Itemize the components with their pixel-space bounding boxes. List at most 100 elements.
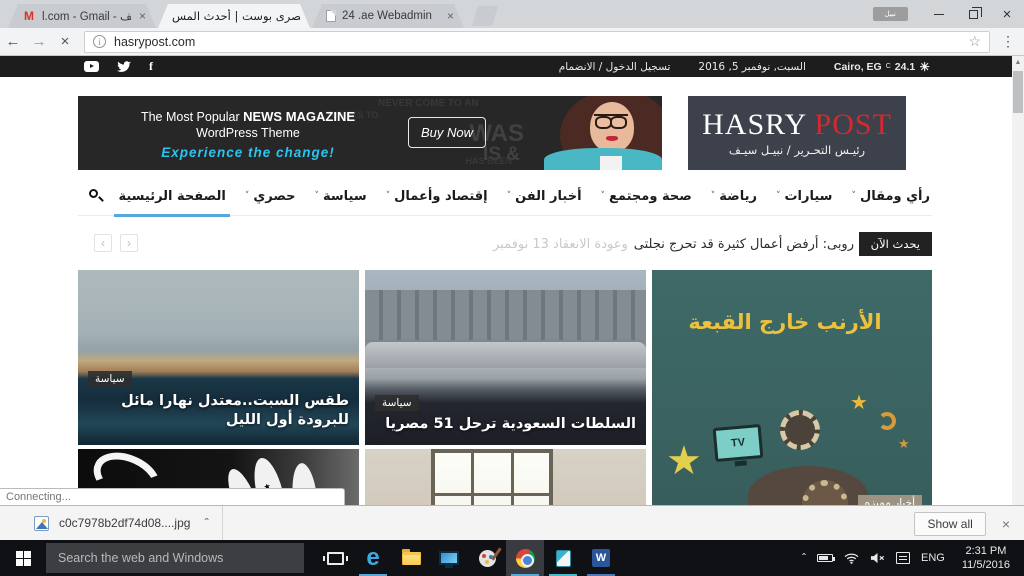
movies-tv-button[interactable]	[430, 540, 468, 576]
profile-badge[interactable]: نبيل	[873, 7, 908, 21]
download-item[interactable]: c0c7978b2df74d08....jpg ˆ	[0, 506, 222, 540]
weather-widget: Cairo, EG C 24.1 ☀	[834, 60, 930, 74]
youtube-icon[interactable]	[84, 61, 99, 72]
new-tab-button[interactable]	[472, 6, 498, 26]
topbar-right: تسجيل الدخول / الانضمام السبت, نوفمبر 5,…	[559, 56, 930, 77]
category-badge[interactable]: سياسة	[88, 371, 132, 387]
tab-title: حصرى بوست | أحدث المس	[172, 9, 300, 23]
info-icon[interactable]: i	[93, 35, 106, 48]
nav-item-economy[interactable]: إقتصاد وأعمال˅	[386, 176, 488, 216]
poster-title: الأرنب خارج القبعة	[652, 310, 918, 334]
banner-ad[interactable]: NEVER COME TO AN THANKS TO WAS IS & HAS …	[78, 96, 662, 170]
edge-button[interactable]: e	[354, 540, 392, 576]
wifi-icon[interactable]	[844, 553, 859, 564]
minimize-button[interactable]	[922, 1, 956, 27]
nav-item-sports[interactable]: رياضة˅	[711, 176, 757, 216]
browser-menu-icon[interactable]: ⋮	[996, 33, 1020, 50]
close-button[interactable]: ×	[990, 1, 1024, 27]
scrollbar-thumb[interactable]	[1013, 71, 1023, 113]
tab-close-icon[interactable]: ×	[139, 9, 146, 23]
nav-item-health-society[interactable]: صحة ومجتمع˅	[601, 176, 692, 216]
banner-model-photo	[544, 96, 662, 170]
category-badge[interactable]: أخبار مميزه	[858, 495, 922, 505]
image-file-icon	[34, 516, 49, 531]
nav-item-cars[interactable]: سيارات˅	[776, 176, 832, 216]
login-link[interactable]: تسجيل الدخول / الانضمام	[559, 61, 671, 73]
address-bar[interactable]: i hasrypost.com ☆	[84, 31, 990, 53]
twitter-icon[interactable]	[117, 61, 131, 73]
banner-text: The Most Popular NEWS MAGAZINE WordPress…	[108, 109, 388, 160]
ticker-fading-headline: وعودة الانعقاد 13 نوفمبر	[493, 237, 628, 252]
taskbar-clock[interactable]: 2:31 PM 11/5/2016	[956, 544, 1016, 572]
nav-label: حصري	[253, 189, 295, 204]
show-all-button[interactable]: Show all	[914, 512, 985, 536]
nav-label: الصفحة الرئيسية	[118, 189, 225, 204]
word-button[interactable]: W	[582, 540, 620, 576]
battery-icon[interactable]	[817, 554, 833, 562]
download-bar-close-icon[interactable]: ×	[1002, 516, 1010, 532]
paint-button[interactable]	[468, 540, 506, 576]
notepad-icon	[556, 550, 571, 567]
chrome-icon	[516, 549, 535, 568]
start-button[interactable]	[0, 540, 46, 576]
weather-temp: 24.1	[895, 61, 915, 73]
browser-toolbar: ← → × i hasrypost.com ☆ ⋮	[0, 28, 1024, 56]
restore-button[interactable]	[956, 1, 990, 27]
article-card-airport[interactable]: سياسة السلطات السعودية ترحل 51 مصريا	[365, 270, 646, 445]
hidden-icons-chevron[interactable]: ˆ	[802, 551, 806, 565]
site-logo[interactable]: HASRY POST رئيـس التحـرير / نبيـل سيـف	[688, 96, 906, 170]
star-doodle-icon: ★	[850, 390, 868, 415]
chrome-button[interactable]	[506, 540, 544, 576]
bookmark-star-icon[interactable]: ☆	[968, 33, 981, 50]
tab-gmail[interactable]: M l.com - Gmail - نبيل سيف ×	[8, 4, 156, 28]
facebook-icon[interactable]: f	[149, 59, 153, 74]
prev-arrow-icon[interactable]: ‹	[94, 234, 112, 252]
download-chevron-icon[interactable]: ˆ	[204, 516, 208, 530]
banner-line1: The Most Popular	[141, 110, 243, 124]
nav-item-politics[interactable]: سياسة˅	[315, 176, 367, 216]
article-title[interactable]: طقس السبت..معتدل نهارا مائل للبرودة أول …	[88, 392, 349, 431]
windows-logo-icon	[16, 551, 31, 566]
language-indicator[interactable]: ENG	[921, 552, 945, 564]
divider	[222, 506, 223, 541]
taskbar-search-input[interactable]: Search the web and Windows	[46, 543, 304, 573]
back-button[interactable]: ←	[0, 33, 26, 50]
notepad-button[interactable]	[544, 540, 582, 576]
article-card-hall[interactable]	[365, 449, 646, 505]
buy-now-button[interactable]: Buy Now	[408, 117, 486, 148]
tab-hasrypost[interactable]: حصرى بوست | أحدث المس	[158, 4, 310, 28]
task-view-button[interactable]	[316, 540, 354, 576]
nav-item-art-news[interactable]: أخبار الفن˅	[507, 176, 582, 216]
search-icon[interactable]	[88, 188, 104, 204]
nav-label: أخبار الفن	[515, 189, 581, 204]
clock-date: 11/5/2016	[962, 558, 1010, 572]
page-scrollbar[interactable]: ▲	[1012, 56, 1024, 505]
scroll-up-icon[interactable]: ▲	[1012, 56, 1024, 69]
tab-close-icon[interactable]: ×	[447, 9, 454, 23]
social-links: f	[84, 59, 153, 74]
ticker-headline[interactable]: روبى: أرفض أعمال كثيرة قد تحرج نجلتى	[634, 237, 854, 252]
article-card-weather[interactable]: سياسة طقس السبت..معتدل نهارا مائل للبرود…	[78, 270, 359, 445]
airport-buildings	[365, 290, 646, 340]
edge-icon: e	[366, 546, 379, 570]
site-date: السبت, نوفمبر 5, 2016	[698, 61, 805, 73]
action-center-icon[interactable]	[896, 552, 910, 564]
stop-button[interactable]: ×	[52, 33, 78, 50]
article-title[interactable]: السلطات السعودية ترحل 51 مصريا	[375, 415, 636, 435]
article-card-rabbit[interactable]: الأرنب خارج القبعة ★ ★ ★ TV أخبار مميزه …	[652, 270, 932, 505]
nav-label: سياسة	[323, 189, 367, 204]
file-explorer-button[interactable]	[392, 540, 430, 576]
nav-item-exclusive[interactable]: حصري˅	[245, 176, 296, 216]
category-badge[interactable]: سياسة	[375, 395, 419, 411]
restore-icon	[969, 10, 978, 19]
url-text[interactable]: hasrypost.com	[114, 35, 968, 49]
volume-muted-icon[interactable]	[870, 552, 885, 564]
next-arrow-icon[interactable]: ›	[120, 234, 138, 252]
forward-button[interactable]: →	[26, 33, 52, 50]
star-doodle-icon: ★	[666, 438, 702, 484]
nav-item-home[interactable]: الصفحة الرئيسية	[118, 176, 225, 216]
tab-webadmin[interactable]: 24 .ae Webadmin ×	[312, 4, 464, 28]
doodle-shape	[878, 412, 896, 430]
system-tray: ˆ ENG 2:31 PM 11/5/2016	[802, 540, 1024, 576]
nav-item-opinion[interactable]: رأي ومقال˅	[851, 176, 930, 216]
